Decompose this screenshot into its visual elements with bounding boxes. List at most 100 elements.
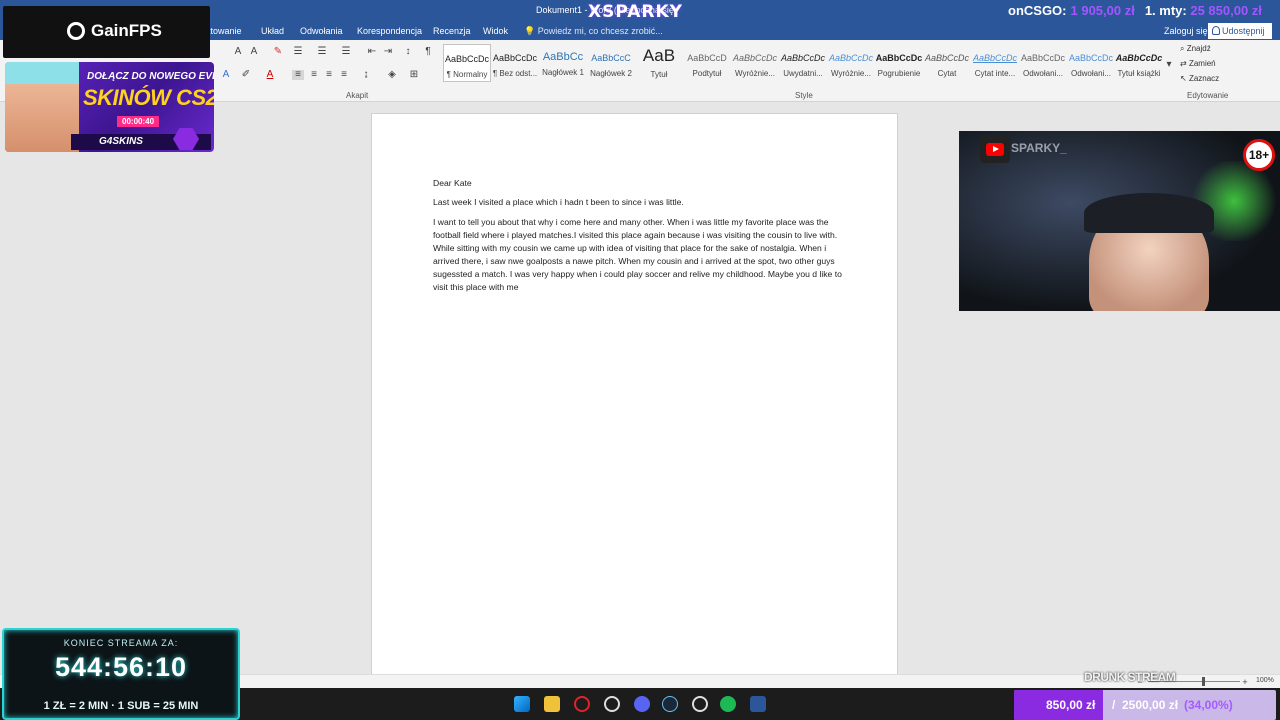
greeting-line[interactable]: Dear Kate bbox=[433, 177, 843, 190]
style-subtle-reference[interactable]: AaBbCcDc Odwołani... bbox=[1019, 44, 1067, 82]
sign-in-link[interactable]: Zaloguj się bbox=[1164, 26, 1208, 36]
increase-indent-icon[interactable]: ⇥ bbox=[382, 47, 394, 57]
gainfps-text: GainFPS bbox=[91, 21, 162, 40]
tab-references[interactable]: Odwołania bbox=[300, 26, 343, 36]
decrease-indent-icon[interactable]: ⇤ bbox=[366, 47, 378, 57]
person-icon bbox=[1212, 26, 1220, 35]
zoom-slider-thumb[interactable] bbox=[1202, 677, 1205, 686]
word-icon[interactable] bbox=[750, 696, 766, 712]
numbering-icon[interactable]: ☰ bbox=[316, 47, 328, 57]
align-left-icon[interactable]: ≡ bbox=[292, 70, 304, 80]
sort-icon[interactable]: ↕ bbox=[402, 47, 414, 57]
style-intense-emphasis[interactable]: AaBbCcDc Wyróżnie... bbox=[827, 44, 875, 82]
tab-mailings[interactable]: Korespondencja bbox=[357, 26, 422, 36]
style-name: ¶ Normalny bbox=[446, 70, 488, 79]
style-subtitle[interactable]: AaBbCcD Podtytuł bbox=[683, 44, 731, 82]
replace-button[interactable]: ⇄ Zamień bbox=[1180, 59, 1216, 68]
spotify-icon[interactable] bbox=[720, 696, 736, 712]
style-preview: AaBbCcDc bbox=[1020, 53, 1065, 63]
style-name: Wyróżnie... bbox=[735, 69, 775, 78]
tab-layout-partial[interactable]: ktowanie bbox=[206, 26, 242, 36]
style-preview: AaBbCcDc bbox=[875, 53, 923, 63]
style-name: Podtytuł bbox=[692, 69, 722, 78]
goal-target: 2500,00 zł bbox=[1122, 698, 1179, 712]
style-preview: AaBbCcDc bbox=[972, 53, 1017, 63]
opera-icon[interactable] bbox=[574, 696, 590, 712]
gainfps-logo-icon bbox=[67, 22, 85, 40]
style-normal[interactable]: AaBbCcDc ¶ Normalny bbox=[443, 44, 491, 82]
paragraph-2[interactable]: I want to tell you about that why i come… bbox=[433, 216, 843, 294]
gallery-more-icon[interactable]: ▾ bbox=[1163, 60, 1175, 70]
countdown-time: 544:56:10 bbox=[54, 652, 188, 682]
multilevel-list-icon[interactable]: ☰ bbox=[340, 47, 352, 57]
clear-format-icon[interactable]: ✎ bbox=[272, 47, 284, 57]
show-marks-icon[interactable]: ¶ bbox=[422, 47, 434, 57]
line-spacing-icon[interactable]: ↨ bbox=[360, 70, 372, 80]
style-name: Tytuł książki bbox=[1117, 69, 1161, 78]
steam-icon[interactable] bbox=[662, 696, 678, 712]
style-no-spacing[interactable]: AaBbCcDc ¶ Bez odst... bbox=[491, 44, 539, 82]
align-center-icon[interactable]: ≡ bbox=[308, 70, 320, 80]
skins-event-ad: DOŁĄCZ DO NOWEGO EVENTU SKINÓW CS2! 00:0… bbox=[5, 62, 214, 152]
windows-start-icon[interactable] bbox=[514, 696, 530, 712]
align-right-icon[interactable]: ≡ bbox=[323, 70, 335, 80]
tab-layout[interactable]: Układ bbox=[261, 26, 284, 36]
steelseries-icon[interactable] bbox=[692, 696, 708, 712]
tab-review[interactable]: Recenzja bbox=[433, 26, 471, 36]
paragraph-1[interactable]: Last week I visited a place which i hadn… bbox=[433, 196, 843, 209]
style-preview: AaBbCcDc bbox=[732, 53, 777, 63]
webcam-overlay: SPARKY_ 18+ bbox=[959, 131, 1280, 311]
style-title[interactable]: AaB Tytuł bbox=[635, 44, 683, 82]
style-preview: AaBbCcDc bbox=[1068, 53, 1113, 63]
style-preview: AaBbCcC bbox=[591, 53, 631, 63]
share-label: Udostępnij bbox=[1222, 26, 1265, 36]
youtube-icon bbox=[980, 135, 1010, 163]
share-button[interactable]: Udostępnij bbox=[1208, 23, 1272, 39]
bullets-icon[interactable]: ☰ bbox=[292, 47, 304, 57]
style-strong[interactable]: AaBbCcDc Pogrubienie bbox=[875, 44, 923, 82]
style-heading-2[interactable]: AaBbCcC Nagłówek 2 bbox=[587, 44, 635, 82]
group-label-editing: Edytowanie bbox=[1187, 91, 1229, 100]
style-heading-1[interactable]: AaBbCc Nagłówek 1 bbox=[539, 44, 587, 82]
grow-font-icon[interactable]: A bbox=[232, 47, 244, 57]
text-effects-icon[interactable]: A bbox=[220, 70, 232, 80]
tell-me-box[interactable]: 💡 Powiedz mi, co chcesz zrobić... bbox=[524, 26, 663, 37]
find-label: Znajdź bbox=[1186, 44, 1211, 53]
style-subtle-emphasis[interactable]: AaBbCcDc Wyróżnie... bbox=[731, 44, 779, 82]
style-preview: AaBbCcDc bbox=[780, 53, 825, 63]
goal-current: 850,00 zł bbox=[1046, 698, 1096, 712]
highlight-icon[interactable]: ✐ bbox=[240, 70, 252, 80]
zoom-in-icon[interactable]: + bbox=[1239, 677, 1251, 687]
document-page[interactable]: Dear Kate Last week I visited a place wh… bbox=[371, 113, 898, 678]
style-emphasis[interactable]: AaBbCcDc Uwydatni... bbox=[779, 44, 827, 82]
shrink-font-icon[interactable]: A bbox=[248, 47, 260, 57]
justify-icon[interactable]: ≡ bbox=[338, 70, 350, 80]
style-name: Uwydatni... bbox=[783, 69, 823, 78]
ad-line-2: SKINÓW CS2! bbox=[83, 85, 214, 110]
style-name: Tytuł bbox=[650, 70, 668, 79]
find-button[interactable]: ⌕ Znajdź bbox=[1180, 44, 1211, 54]
discord-icon[interactable] bbox=[634, 696, 650, 712]
style-name: Nagłówek 2 bbox=[590, 69, 632, 78]
style-intense-reference[interactable]: AaBbCcDc Odwołani... bbox=[1067, 44, 1115, 82]
shading-icon[interactable]: ◈ bbox=[386, 70, 398, 80]
donation-counter: onCSGO: 1 905,00 zł 1. mty: 25 850,00 zł bbox=[1008, 3, 1262, 18]
file-explorer-icon[interactable] bbox=[544, 696, 560, 712]
style-book-title[interactable]: AaBbCcDc Tytuł książki bbox=[1115, 44, 1163, 82]
style-preview: AaBbCcDc bbox=[492, 53, 537, 63]
style-quote[interactable]: AaBbCcDc Cytat bbox=[923, 44, 971, 82]
style-name: Wyróżnie... bbox=[831, 69, 871, 78]
font-color-icon[interactable]: A bbox=[264, 70, 276, 80]
replace-label: Zamień bbox=[1188, 59, 1216, 68]
style-preview: AaBbCcDc bbox=[828, 53, 873, 63]
ad-line-1: DOŁĄCZ DO NOWEGO EVENTU bbox=[87, 71, 214, 82]
style-preview: AaBbCcDc bbox=[444, 54, 489, 64]
zoom-level[interactable]: 100% bbox=[1256, 677, 1274, 684]
character-hair bbox=[5, 62, 79, 84]
tab-view[interactable]: Widok bbox=[483, 26, 508, 36]
style-intense-quote[interactable]: AaBbCcDc Cytat inte... bbox=[971, 44, 1019, 82]
borders-icon[interactable]: ⊞ bbox=[408, 70, 420, 80]
settings-icon[interactable] bbox=[604, 696, 620, 712]
select-button[interactable]: ↖ Zaznacz bbox=[1180, 74, 1219, 83]
gainfps-banner: GainFPS bbox=[3, 6, 210, 58]
